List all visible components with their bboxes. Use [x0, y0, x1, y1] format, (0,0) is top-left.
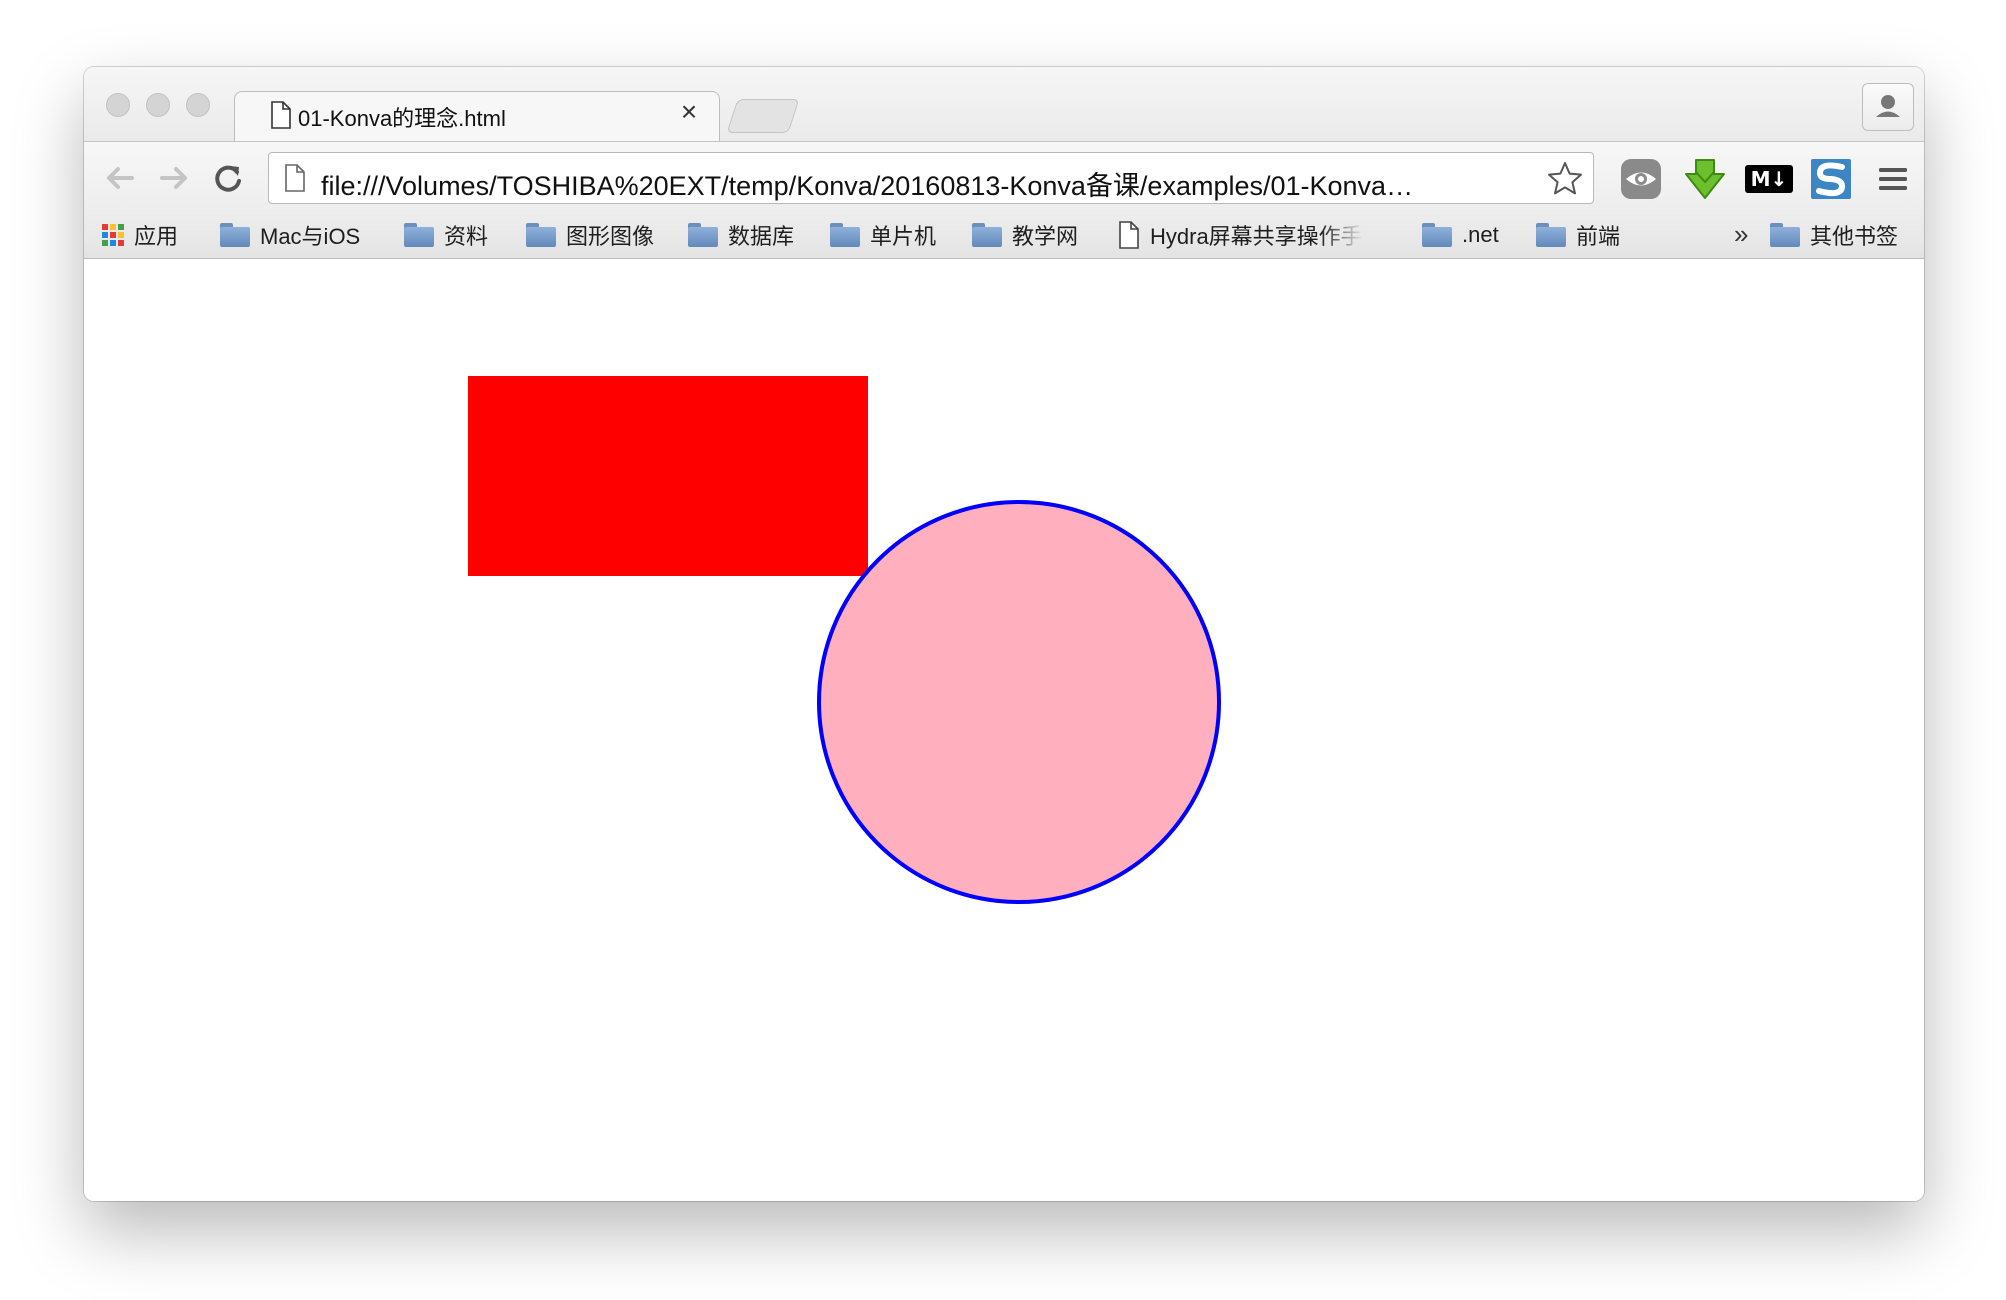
markdown-label: M↓	[1744, 165, 1794, 193]
bookmark-folder[interactable]: 数据库	[688, 219, 794, 251]
bookmark-page[interactable]: Hydra屏幕共享操作手	[1118, 219, 1388, 251]
bookmark-folder[interactable]: 单片机	[830, 219, 936, 251]
bookmark-label: 单片机	[870, 224, 937, 249]
person-icon	[1876, 95, 1900, 117]
tab-title: 01-Konva的理念.html	[298, 106, 506, 131]
bookmark-label: Mac与iOS	[260, 224, 361, 249]
markdown-icon[interactable]: M↓	[1744, 154, 1794, 204]
folder-icon	[220, 223, 250, 247]
bookmark-folder[interactable]: Mac与iOS	[220, 219, 360, 251]
menu-icon[interactable]	[1868, 154, 1918, 204]
bookmark-label: 数据库	[728, 224, 795, 249]
minimize-window-button[interactable]	[146, 93, 170, 117]
toolbar: file:///Volumes/TOSHIBA%20EXT/temp/Konva…	[84, 141, 1924, 213]
bookmark-apps[interactable]: 应用	[102, 219, 178, 251]
bookmark-label: 前端	[1576, 224, 1621, 249]
bookmark-folder[interactable]: 前端	[1536, 219, 1620, 251]
back-arrow-icon[interactable]	[98, 156, 142, 200]
konva-canvas	[468, 376, 1221, 904]
bookmark-folder[interactable]: 图形图像	[526, 219, 654, 251]
folder-icon	[830, 223, 860, 247]
bookmark-label: 教学网	[1012, 224, 1079, 249]
red-rectangle	[468, 376, 868, 576]
pink-circle	[817, 500, 1221, 904]
forward-arrow-icon[interactable]	[152, 156, 196, 200]
url-text[interactable]: file:///Volumes/TOSHIBA%20EXT/temp/Konva…	[321, 164, 1541, 203]
bookmarks-bar: 应用 Mac与iOS 资料 图形图像 数据库 单片机 教学网 Hydra屏幕共享…	[84, 213, 1924, 259]
s-extension-icon[interactable]	[1806, 154, 1856, 204]
apps-grid-icon	[102, 224, 124, 246]
page-icon	[285, 164, 305, 192]
download-arrow-icon[interactable]	[1680, 154, 1730, 204]
bookmark-label: Hydra屏幕共享操作手	[1150, 224, 1363, 249]
bookmarks-overflow-button[interactable]: »	[1734, 219, 1748, 250]
bookmark-label: .net	[1462, 222, 1499, 247]
browser-window: 01-Konva的理念.html × file:///Volumes/TOSHI…	[84, 67, 1924, 1201]
folder-icon	[688, 223, 718, 247]
file-icon	[271, 101, 291, 129]
reload-icon[interactable]	[206, 156, 250, 200]
bookmark-label: 资料	[444, 224, 489, 249]
zoom-window-button[interactable]	[186, 93, 210, 117]
profile-button[interactable]	[1862, 83, 1914, 131]
address-bar[interactable]: file:///Volumes/TOSHIBA%20EXT/temp/Konva…	[268, 152, 1594, 204]
bookmark-folder[interactable]: 教学网	[972, 219, 1078, 251]
folder-icon	[526, 223, 556, 247]
page-content	[84, 259, 1924, 1201]
bookmark-other-folder[interactable]: 其他书签	[1770, 219, 1898, 251]
folder-icon	[404, 223, 434, 247]
bookmark-folder[interactable]: .net	[1422, 219, 1499, 251]
folder-icon	[972, 223, 1002, 247]
folder-icon	[1422, 223, 1452, 247]
eye-extension-icon[interactable]	[1616, 154, 1666, 204]
tab-close-icon[interactable]: ×	[674, 97, 704, 127]
folder-icon	[1536, 223, 1566, 247]
page-icon	[1119, 221, 1139, 249]
bookmark-label: 图形图像	[566, 224, 655, 249]
bookmark-folder[interactable]: 资料	[404, 219, 488, 251]
new-tab-button[interactable]	[726, 99, 800, 133]
close-window-button[interactable]	[106, 93, 130, 117]
bookmark-label: 其他书签	[1810, 224, 1899, 249]
folder-icon	[1770, 223, 1800, 247]
bookmark-label: 应用	[134, 224, 179, 249]
tab-strip: 01-Konva的理念.html ×	[84, 67, 1924, 143]
bookmark-star-icon[interactable]	[1545, 159, 1585, 199]
